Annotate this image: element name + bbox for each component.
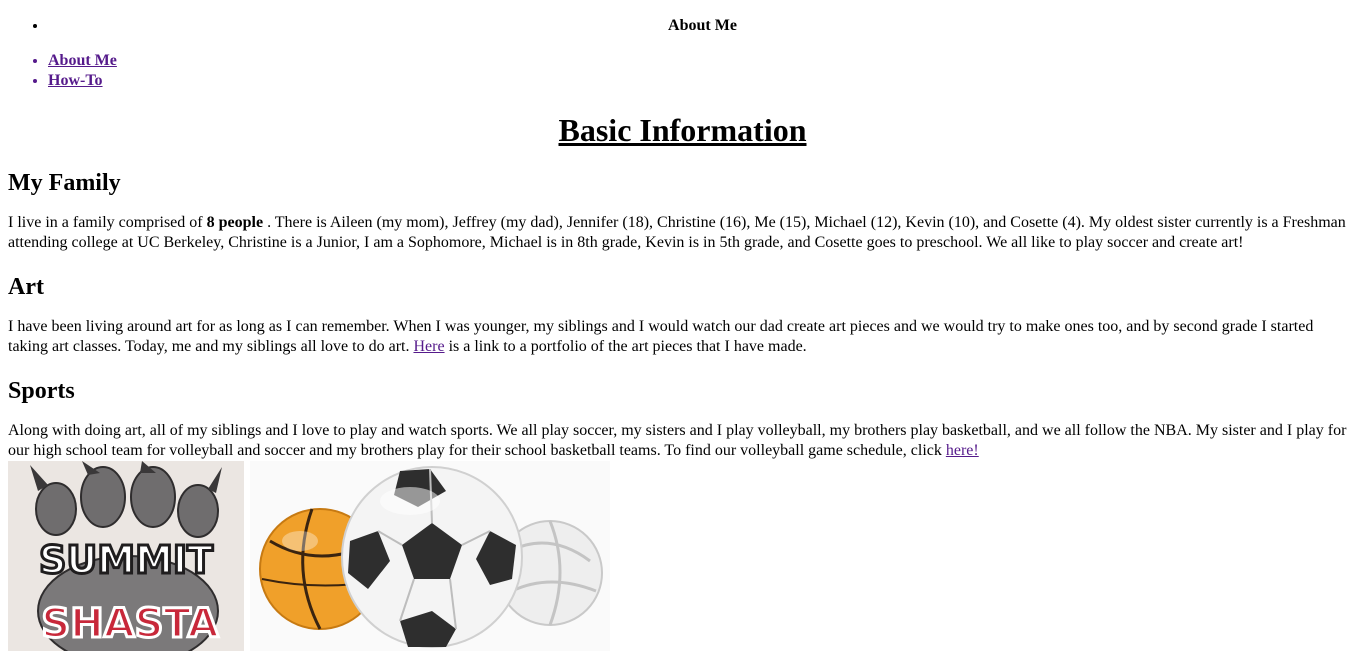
balls-illustration	[250, 461, 610, 651]
nav-item-how-to: How-To	[48, 71, 1357, 91]
shasta-graffiti-text: SHASTA	[41, 601, 218, 647]
family-text-before: I live in a family comprised of	[8, 214, 207, 231]
sports-paragraph: Along with doing art, all of my siblings…	[8, 421, 1357, 461]
paw-graffiti-art: SUMMIT SHASTA	[8, 461, 244, 651]
summit-shasta-logo-image: SUMMIT SHASTA	[8, 461, 244, 651]
sports-text-before: Along with doing art, all of my siblings…	[8, 422, 1347, 459]
soccer-ball-icon	[341, 466, 523, 648]
family-bold-count: 8 people	[206, 214, 264, 231]
art-text-after: is a link to a portfolio of the art piec…	[444, 338, 807, 355]
section-heading-sports: Sports	[8, 378, 75, 404]
nav-link-how-to[interactable]: How-To	[48, 72, 103, 89]
page: About Me About Me How-To Basic Informati…	[0, 16, 1365, 651]
section-heading-family: My Family	[8, 170, 121, 196]
page-title: Basic Information	[558, 112, 807, 148]
summit-graffiti-text: SUMMIT	[39, 538, 213, 582]
art-portfolio-link[interactable]: Here	[413, 338, 444, 355]
section-heading-art: Art	[8, 274, 44, 300]
art-paragraph: I have been living around art for as lon…	[8, 317, 1357, 357]
header-title: About Me	[48, 16, 1357, 35]
volleyball-schedule-link[interactable]: here!	[946, 442, 979, 459]
nav-list: About Me How-To	[8, 51, 1357, 91]
family-paragraph: I live in a family comprised of 8 people…	[8, 213, 1357, 253]
nav-link-about-me[interactable]: About Me	[48, 52, 117, 69]
image-row: SUMMIT SHASTA	[8, 461, 1357, 651]
header-list: About Me	[8, 16, 1357, 35]
nav-item-about-me: About Me	[48, 51, 1357, 71]
sports-balls-image	[250, 461, 610, 651]
